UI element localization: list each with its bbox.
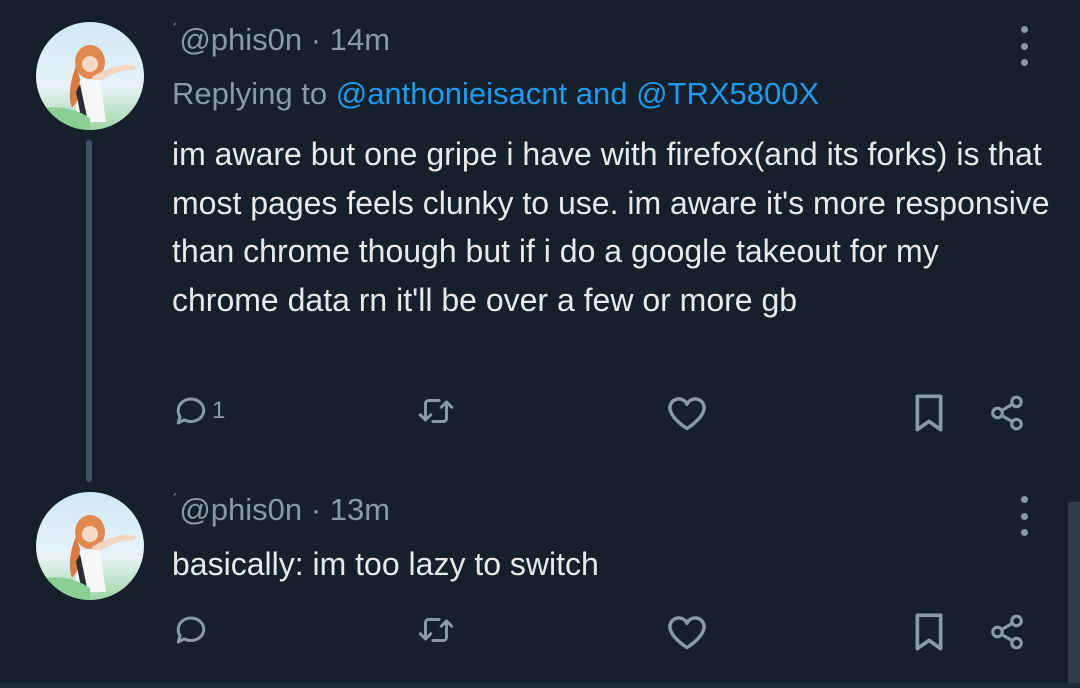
retweet-icon — [418, 618, 454, 642]
replying-and[interactable]: and — [567, 76, 636, 111]
tweet-header: ˊ@phis0n · 13m — [172, 492, 390, 528]
verified-mark: ˊ — [172, 22, 178, 39]
tweet-text: im aware but one gripe i have with firef… — [172, 136, 1050, 318]
tweet-2[interactable]: ˊ@phis0n · 13m basically: im too lazy to… — [0, 470, 1080, 688]
reply-button[interactable] — [173, 612, 212, 648]
share-icon — [991, 614, 1023, 650]
retweet-button[interactable] — [416, 612, 456, 648]
mention-link[interactable]: @anthonieisacnt — [336, 76, 567, 111]
reply-icon — [176, 397, 206, 425]
share-button[interactable] — [987, 613, 1027, 651]
tweet-text: basically: im too lazy to switch — [172, 546, 599, 582]
user-handle[interactable]: @phis0n — [179, 22, 302, 57]
avatar[interactable] — [36, 492, 144, 600]
replying-to-label: Replying to — [172, 76, 336, 111]
user-handle[interactable]: @phis0n — [179, 492, 302, 527]
reply-count: 1 — [212, 397, 226, 424]
scrollbar[interactable] — [1068, 502, 1080, 688]
like-icon — [668, 616, 706, 650]
divider — [0, 683, 1080, 688]
retweet-button[interactable] — [416, 393, 456, 429]
more-icon[interactable] — [1012, 496, 1036, 536]
like-button[interactable] — [666, 394, 708, 432]
bookmark-icon — [915, 613, 943, 651]
bookmark-button[interactable] — [912, 393, 946, 433]
bookmark-icon — [915, 394, 943, 432]
avatar[interactable] — [36, 22, 144, 130]
more-icon[interactable] — [1012, 26, 1036, 66]
thread-line — [86, 140, 92, 482]
tweet-1[interactable]: ˊ@phis0n · 14m Replying to @anthonieisac… — [0, 0, 1080, 482]
timestamp[interactable]: · 13m — [311, 492, 390, 527]
like-icon — [668, 397, 706, 431]
share-icon — [991, 395, 1023, 431]
verified-mark: ˊ — [172, 492, 178, 509]
share-button[interactable] — [987, 394, 1027, 432]
replying-to: Replying to @anthonieisacnt and @TRX5800… — [172, 76, 819, 112]
retweet-icon — [418, 399, 454, 423]
reply-button[interactable]: 1 — [173, 393, 225, 429]
mention-link[interactable]: @TRX5800X — [636, 76, 819, 111]
like-button[interactable] — [666, 613, 708, 651]
timestamp[interactable]: · 14m — [311, 22, 390, 57]
reply-icon — [176, 616, 206, 644]
bookmark-button[interactable] — [912, 612, 946, 652]
tweet-header: ˊ@phis0n · 14m — [172, 22, 390, 58]
